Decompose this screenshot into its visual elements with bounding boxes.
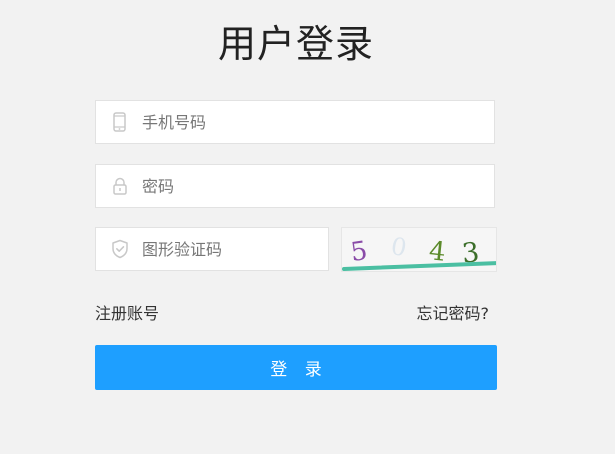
phone-field[interactable] <box>95 100 495 144</box>
shield-icon <box>110 239 130 259</box>
captcha-char-0: 0 <box>389 232 409 262</box>
captcha-field[interactable] <box>95 227 329 271</box>
page-title: 用户登录 <box>217 22 374 67</box>
login-button[interactable]: 登 录 <box>95 345 497 390</box>
captcha-char-4: 4 <box>428 236 448 268</box>
forgot-password-link[interactable]: 忘记密码? <box>417 300 490 324</box>
password-field[interactable] <box>95 164 495 208</box>
lock-icon <box>110 176 130 196</box>
captcha-char-5: 5 <box>349 236 370 268</box>
register-link[interactable]: 注册账号 <box>95 300 159 324</box>
captcha-input[interactable] <box>142 228 322 270</box>
phone-input[interactable] <box>142 101 482 143</box>
password-input[interactable] <box>142 165 482 207</box>
phone-icon <box>110 112 130 132</box>
captcha-image[interactable]: 5 0 4 3 <box>341 227 497 272</box>
